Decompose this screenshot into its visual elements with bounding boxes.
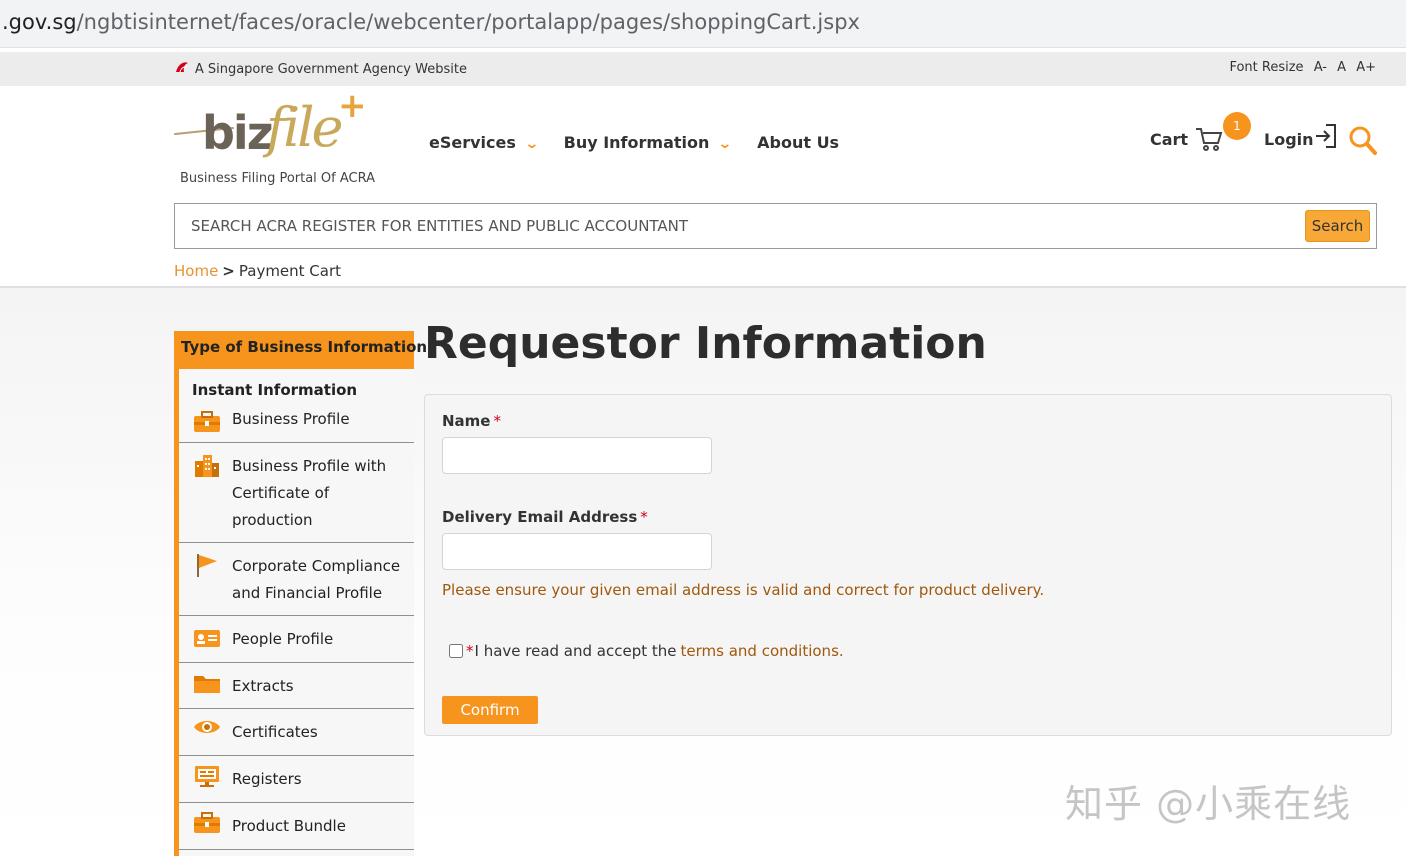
search-button[interactable]: Search bbox=[1305, 210, 1370, 242]
nav-about-us[interactable]: About Us bbox=[757, 133, 839, 152]
url-text[interactable]: .gov.sg/ngbtisinternet/faces/oracle/webc… bbox=[2, 10, 860, 34]
delivery-email-field[interactable] bbox=[442, 533, 712, 570]
breadcrumb-current: Payment Cart bbox=[238, 262, 342, 280]
url-domain: .gov.sg bbox=[2, 10, 77, 34]
breadcrumb-separator: > bbox=[222, 262, 235, 280]
required-mark: * bbox=[640, 508, 648, 526]
main-nav: eServices ⌄ Buy Information ⌄ About Us bbox=[429, 133, 839, 152]
sidebar-subheading: Instant Information bbox=[192, 381, 358, 399]
logo-plus: + bbox=[338, 86, 367, 126]
logo-biz: biz bbox=[202, 106, 273, 160]
id-card-icon bbox=[193, 626, 221, 650]
sidebar-item-corporate-compliance[interactable]: Corporate Compliance and Financial Profi… bbox=[179, 543, 414, 616]
sidebar-item-business-profile-certificate[interactable]: Business Profile with Certificate of pro… bbox=[179, 443, 414, 543]
font-normal-button[interactable]: A bbox=[1337, 60, 1346, 75]
cart-link[interactable]: Cart bbox=[1150, 130, 1188, 149]
font-smaller-button[interactable]: A- bbox=[1314, 60, 1327, 75]
lion-head-icon bbox=[175, 62, 193, 76]
sidebar-item-label: Business Profile bbox=[232, 410, 350, 428]
watermark-text: 知乎 @小乘在线 bbox=[1065, 782, 1352, 826]
name-label-text: Name bbox=[442, 412, 491, 430]
font-resize-label: Font Resize bbox=[1229, 60, 1304, 75]
header-actions: Cart 1 Login bbox=[1150, 112, 1390, 158]
email-label: Delivery Email Address * bbox=[442, 508, 648, 526]
nav-eservices[interactable]: eServices ⌄ bbox=[429, 133, 540, 152]
font-larger-button[interactable]: A+ bbox=[1356, 60, 1376, 75]
entity-search-bar: Search bbox=[174, 203, 1377, 249]
url-path: /ngbtisinternet/faces/oracle/webcenter/p… bbox=[76, 10, 860, 34]
confirm-button[interactable]: Confirm bbox=[442, 696, 538, 724]
gov-agency-text: A Singapore Government Agency Website bbox=[194, 62, 467, 77]
terms-checkbox[interactable] bbox=[449, 644, 463, 658]
logo-tagline: Business Filing Portal Of ACRA bbox=[180, 171, 376, 186]
briefcase-icon bbox=[193, 410, 221, 434]
nav-label: Buy Information bbox=[563, 133, 710, 152]
cart-count-badge: 1 bbox=[1223, 112, 1251, 140]
name-label: Name * bbox=[442, 412, 501, 430]
terms-row: * I have read and accept the terms and c… bbox=[449, 642, 844, 660]
nav-label: About Us bbox=[757, 133, 840, 152]
requestor-form: Name * Delivery Email Address * Please ens… bbox=[424, 394, 1392, 736]
terms-link[interactable]: terms and conditions. bbox=[681, 642, 844, 660]
site-header: biz file + Business Filing Portal Of ACR… bbox=[0, 86, 1406, 286]
browser-address-bar[interactable]: .gov.sg/ngbtisinternet/faces/oracle/webc… bbox=[0, 0, 1406, 48]
sidebar-item-label: People Profile bbox=[232, 630, 334, 648]
nav-buy-information[interactable]: Buy Information ⌄ bbox=[563, 133, 733, 152]
gov-agency-notice: A Singapore Government Agency Website bbox=[175, 61, 467, 77]
font-resize: Font Resize A- A A+ bbox=[1229, 60, 1376, 75]
monitor-icon bbox=[193, 764, 221, 788]
chevron-down-icon: ⌄ bbox=[524, 135, 540, 152]
required-mark: * bbox=[466, 642, 474, 660]
breadcrumb: Home > Payment Cart bbox=[174, 262, 341, 280]
page-title: Requestor Information bbox=[424, 318, 987, 369]
nav-label: eServices bbox=[429, 133, 516, 152]
page-body: Type of Business Information Instant Inf… bbox=[0, 288, 1406, 856]
folder-icon bbox=[193, 671, 221, 695]
terms-text: I have read and accept the bbox=[474, 642, 677, 660]
login-link[interactable]: Login bbox=[1264, 130, 1314, 149]
sidebar-item-product-bundle[interactable]: Product Bundle bbox=[179, 803, 414, 850]
sidebar-item-label: Registers bbox=[232, 770, 302, 788]
required-mark: * bbox=[493, 412, 501, 430]
sidebar-item-label: Extracts bbox=[232, 677, 294, 695]
sidebar-item-people-profile[interactable]: People Profile bbox=[179, 616, 414, 663]
name-field[interactable] bbox=[442, 437, 712, 474]
sidebar-item-certificates[interactable]: Certificates bbox=[179, 709, 414, 756]
sidebar-item-label: Certificates bbox=[232, 723, 318, 741]
eye-icon bbox=[193, 715, 221, 739]
sidebar-item-label: Business Profile with Certificate of pro… bbox=[232, 457, 387, 529]
search-icon[interactable] bbox=[1348, 124, 1378, 156]
sidebar-heading: Type of Business Information bbox=[179, 331, 427, 369]
entity-search-input[interactable] bbox=[191, 213, 1291, 239]
sidebar-item-label: Product Bundle bbox=[232, 817, 346, 835]
business-info-sidebar: Type of Business Information Instant Inf… bbox=[174, 331, 427, 856]
briefcase-icon bbox=[193, 811, 221, 835]
email-delivery-note: Please ensure your given email address i… bbox=[442, 581, 1045, 599]
email-label-text: Delivery Email Address bbox=[442, 508, 638, 526]
sidebar-item-business-profile[interactable]: Business Profile bbox=[179, 406, 414, 443]
chevron-down-icon: ⌄ bbox=[717, 135, 733, 152]
flag-icon bbox=[193, 553, 221, 577]
buildings-icon bbox=[193, 453, 221, 477]
bizfile-logo[interactable]: biz file + bbox=[174, 86, 374, 164]
cart-icon[interactable] bbox=[1194, 126, 1224, 152]
logo-file: file bbox=[266, 96, 344, 159]
sidebar-item-extracts[interactable]: Extracts bbox=[179, 663, 414, 709]
government-strip: A Singapore Government Agency Website Fo… bbox=[0, 52, 1406, 86]
sidebar-list: Business Profile Business Profile with C… bbox=[179, 406, 414, 850]
login-icon[interactable] bbox=[1314, 122, 1338, 150]
breadcrumb-home-link[interactable]: Home bbox=[174, 262, 218, 280]
sidebar-item-label: Corporate Compliance and Financial Profi… bbox=[232, 557, 401, 602]
sidebar-item-registers[interactable]: Registers bbox=[179, 756, 414, 803]
